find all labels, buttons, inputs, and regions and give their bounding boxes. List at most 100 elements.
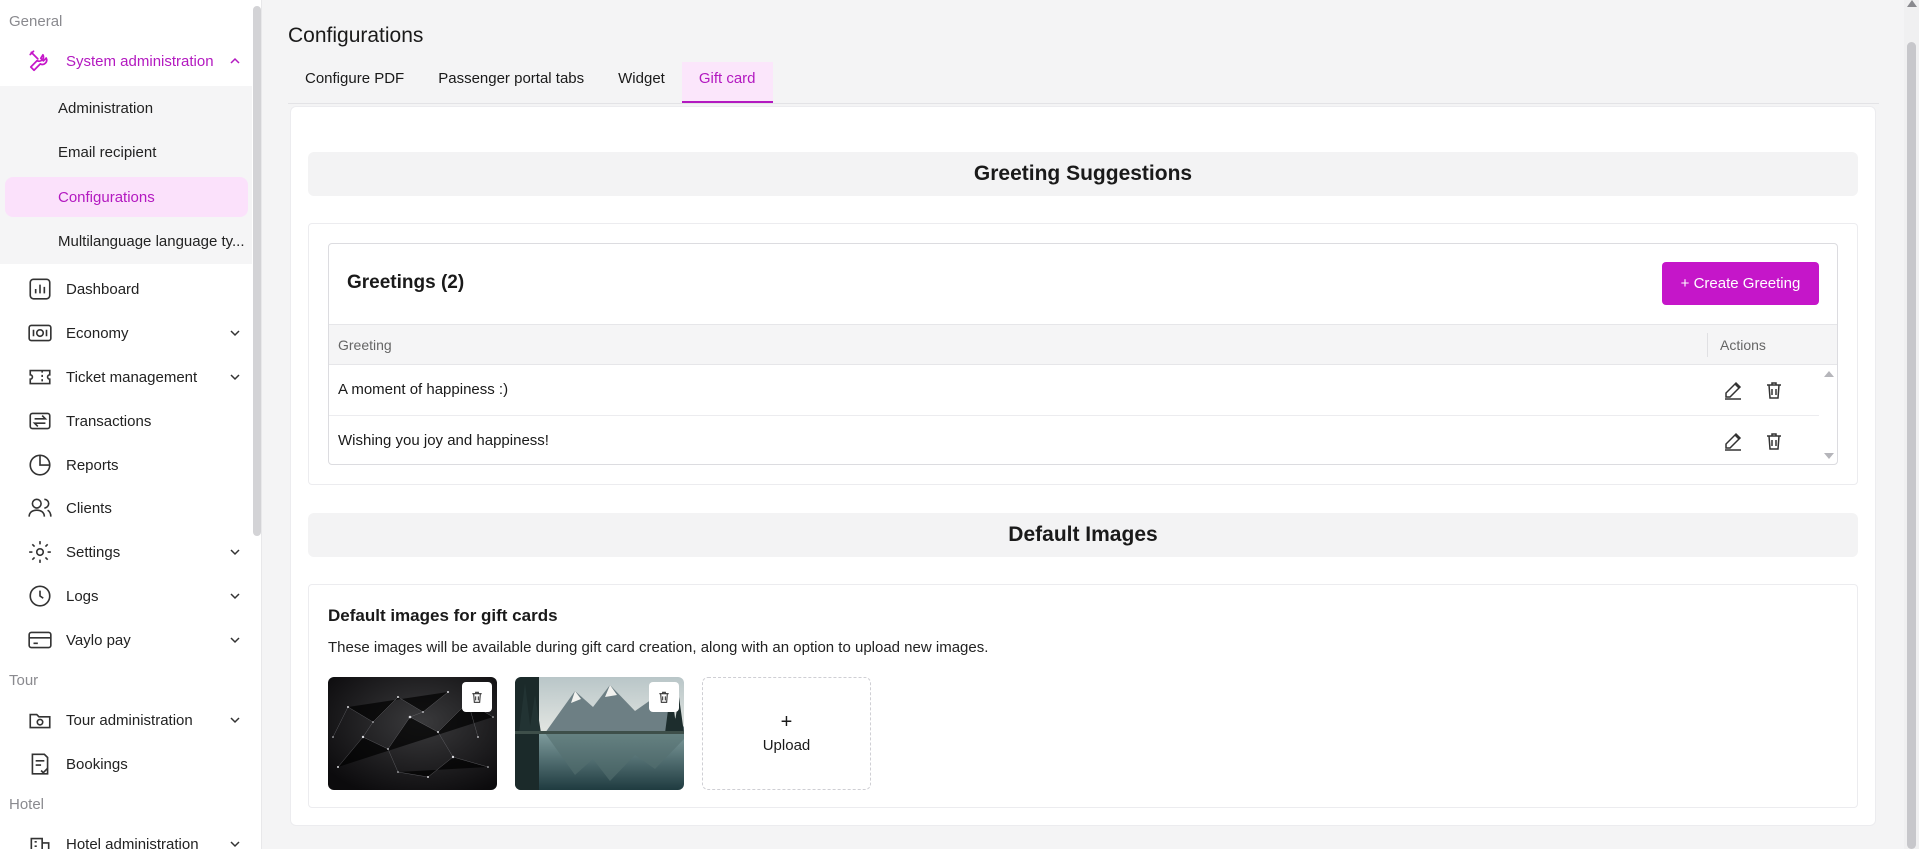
- chevron-down-icon: [230, 593, 240, 600]
- greeting-text: A moment of happiness :): [338, 381, 509, 398]
- dashboard-icon: [26, 275, 54, 303]
- sidebar-item-label: Dashboard: [66, 280, 140, 298]
- main-scrollbar[interactable]: [1904, 0, 1919, 849]
- transactions-icon: [26, 407, 54, 435]
- sidebar-item-label: Transactions: [66, 412, 152, 430]
- sidebar-item-dashboard[interactable]: Dashboard: [26, 269, 243, 309]
- section-general-label: General: [9, 13, 63, 30]
- trash-icon[interactable]: [1762, 378, 1786, 402]
- default-images-title: Default images for gift cards: [328, 606, 558, 625]
- sidebar-item-transactions[interactable]: Transactions: [26, 401, 243, 441]
- tab-gift-card[interactable]: Gift card: [681, 62, 773, 104]
- grid-scrollbar[interactable]: [1821, 365, 1837, 465]
- trash-icon[interactable]: [1762, 429, 1786, 453]
- sidebar-item-label: System administration: [66, 52, 214, 70]
- sidebar-item-label: Ticket management: [66, 368, 198, 386]
- scrollbar-thumb[interactable]: [1907, 42, 1916, 849]
- submenu-item-multilanguage[interactable]: Multilanguage language ty...: [5, 221, 248, 261]
- tab-configure-pdf[interactable]: Configure PDF: [288, 62, 421, 104]
- delete-image-button[interactable]: [462, 682, 492, 712]
- plus-icon: +: [780, 711, 793, 733]
- clients-icon: [26, 494, 54, 522]
- tools-icon: [26, 47, 54, 75]
- sidebar-item-bookings[interactable]: Bookings: [26, 744, 243, 784]
- system-admin-submenu: Administration Email recipient Configura…: [0, 86, 252, 264]
- reports-icon: [26, 451, 54, 479]
- chevron-down-icon: [230, 549, 240, 556]
- edit-icon[interactable]: [1721, 429, 1745, 453]
- column-separator: [1707, 333, 1708, 357]
- tour-icon: [26, 706, 54, 734]
- default-images-panel: Default images for gift cards These imag…: [308, 584, 1858, 808]
- sidebar-item-reports[interactable]: Reports: [26, 445, 243, 485]
- chevron-down-icon: [230, 717, 240, 724]
- edit-icon[interactable]: [1721, 378, 1745, 402]
- trash-icon: [659, 691, 669, 703]
- greetings-panel: Greetings (2) + Create Greeting Greeting…: [308, 223, 1858, 485]
- sidebar-item-label: Bookings: [66, 755, 128, 773]
- card-icon: [26, 626, 54, 654]
- submenu-item-email-recipient[interactable]: Email recipient: [5, 132, 248, 172]
- sidebar-item-label: Clients: [66, 499, 112, 517]
- submenu-item-administration[interactable]: Administration: [5, 88, 248, 128]
- gear-icon: [26, 538, 54, 566]
- sidebar-item-label: Vaylo pay: [66, 631, 131, 649]
- delete-image-button[interactable]: [649, 682, 679, 712]
- sidebar-item-hotel-administration[interactable]: Hotel administration: [26, 824, 243, 849]
- chevron-down-icon: [230, 374, 240, 381]
- default-image-thumbnail[interactable]: [328, 677, 497, 790]
- chevron-down-icon: [230, 841, 240, 848]
- sidebar-item-label: Tour administration: [66, 711, 193, 729]
- tab-passenger-portal-tabs[interactable]: Passenger portal tabs: [421, 62, 601, 104]
- section-tour-label: Tour: [9, 672, 39, 689]
- create-greeting-button[interactable]: + Create Greeting: [1662, 262, 1819, 305]
- greeting-text: Wishing you joy and happiness!: [338, 432, 549, 449]
- greetings-grid-title: Greetings (2): [347, 272, 465, 293]
- hotel-icon: [26, 830, 54, 849]
- sidebar-item-label: Economy: [66, 324, 129, 342]
- page-title: Configurations: [288, 24, 424, 47]
- sidebar-item-label: Logs: [66, 587, 99, 605]
- greetings-grid: Greetings (2) + Create Greeting Greeting…: [328, 243, 1838, 465]
- sidebar-item-vaylo-pay[interactable]: Vaylo pay: [26, 620, 243, 660]
- sidebar: General System administration Administra…: [0, 0, 262, 849]
- sidebar-item-logs[interactable]: Logs: [26, 576, 243, 616]
- sidebar-item-settings[interactable]: Settings: [26, 532, 243, 572]
- sidebar-item-system-administration[interactable]: System administration: [26, 41, 243, 81]
- table-row[interactable]: A moment of happiness :): [329, 365, 1819, 416]
- sidebar-item-ticket-management[interactable]: Ticket management: [26, 357, 243, 397]
- sidebar-item-economy[interactable]: Economy: [26, 313, 243, 353]
- upload-label: Upload: [762, 737, 811, 754]
- sidebar-item-tour-administration[interactable]: Tour administration: [26, 700, 243, 740]
- chevron-down-icon: [230, 330, 240, 337]
- section-hotel-label: Hotel: [9, 796, 45, 813]
- scroll-up-arrow[interactable]: [1907, 0, 1917, 7]
- chevron-down-icon: [230, 637, 240, 644]
- default-image-thumbnail[interactable]: [515, 677, 684, 790]
- default-images-description: These images will be available during gi…: [328, 639, 989, 656]
- ticket-icon: [26, 363, 54, 391]
- clock-icon: [26, 582, 54, 610]
- sidebar-item-label: Reports: [66, 456, 119, 474]
- tabs-divider: [288, 103, 1879, 104]
- trash-icon: [472, 691, 482, 703]
- bookings-icon: [26, 750, 54, 778]
- column-header-actions: Actions: [1720, 337, 1766, 353]
- sidebar-item-clients[interactable]: Clients: [26, 488, 243, 528]
- greeting-suggestions-header: Greeting Suggestions: [308, 152, 1858, 196]
- main-content: Configurations Configure PDF Passenger p…: [263, 0, 1919, 849]
- table-row[interactable]: Wishing you joy and happiness!: [329, 416, 1819, 464]
- sidebar-item-label: Settings: [66, 543, 121, 561]
- sidebar-scrollbar[interactable]: [253, 6, 261, 536]
- chevron-up-icon: [230, 57, 240, 64]
- default-images-header: Default Images: [308, 513, 1858, 557]
- economy-icon: [26, 319, 54, 347]
- submenu-item-configurations[interactable]: Configurations: [5, 177, 248, 217]
- upload-image-button[interactable]: + Upload: [702, 677, 871, 790]
- column-header-greeting[interactable]: Greeting: [338, 337, 392, 353]
- sidebar-item-label: Hotel administration: [66, 835, 199, 849]
- config-tabs: Configure PDF Passenger portal tabs Widg…: [288, 62, 773, 104]
- gift-card-panel: Greeting Suggestions Greetings (2) + Cre…: [290, 106, 1876, 826]
- grid-header-row: Greeting Actions: [329, 324, 1837, 365]
- tab-widget[interactable]: Widget: [601, 62, 682, 104]
